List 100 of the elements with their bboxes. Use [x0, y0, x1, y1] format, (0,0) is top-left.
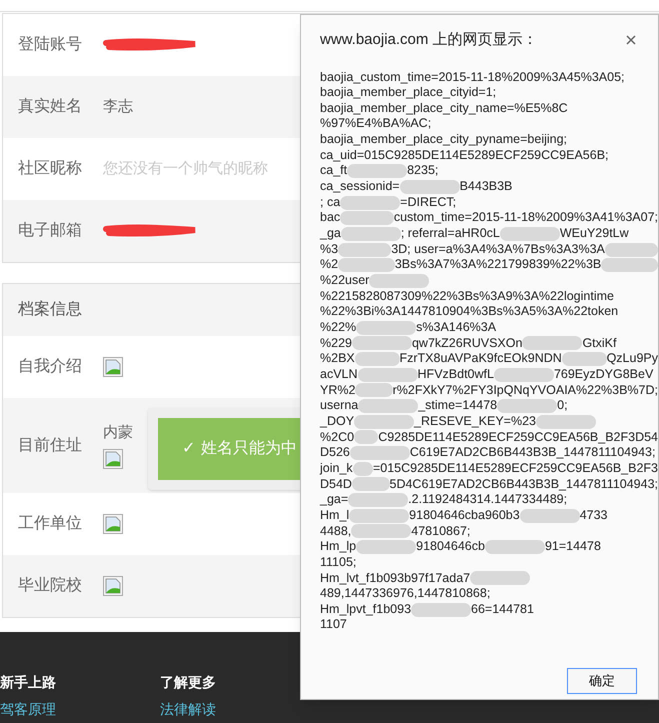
cookie-text: baojia_member_place_city_pyname=beijing;: [320, 132, 568, 148]
cookie-text: 66=144781: [471, 602, 534, 618]
field-value: 李志: [103, 96, 133, 117]
redaction-blur: [369, 274, 430, 288]
cookie-text: GtxiKf: [582, 336, 616, 352]
cookie-text: 47810867;: [411, 524, 470, 540]
cookie-text: _ga=: [320, 492, 348, 508]
redaction-blur: [562, 352, 607, 366]
redaction-blur: [604, 242, 658, 257]
cookie-text: D526: [320, 445, 350, 461]
cookie-text: %2: [320, 257, 338, 274]
cookie-text: Hm_l: [320, 508, 350, 524]
cookie-text: =015C9285DE114E5289ECF259CC9EA56B_B2F3: [372, 460, 658, 477]
close-icon[interactable]: [626, 35, 636, 46]
cookie-text: 1107: [320, 617, 347, 634]
footer-heading: 了解更多: [160, 673, 217, 692]
broken-image-icon: [103, 357, 123, 377]
cookie-text: D54D: [320, 476, 352, 492]
cookie-text: baojia_custom_time=2015-11-18%2009%3A45%3A05;: [320, 70, 624, 86]
check-mark: ✓: [182, 439, 195, 459]
redaction-blur: [494, 368, 554, 382]
cookie-text: _RESEVE_KEY=%23: [414, 414, 536, 430]
redaction-blur: [340, 196, 400, 210]
cookie-text: userna: [320, 398, 358, 414]
cookie-text: %22%: [320, 320, 356, 336]
cookie-text: C619E7AD2CB6B443B3B_1447811104943;: [410, 445, 656, 461]
cookie-text: baojia_member_place_city_name=%E5%8C: [320, 100, 568, 116]
field-label: 目前住址: [17, 436, 83, 456]
redaction-blur: [340, 226, 401, 241]
cookie-text: s%3A146%3A: [416, 320, 496, 336]
redaction-blur: [356, 320, 416, 335]
cookie-text: YR%2: [320, 382, 356, 398]
cookie-text: 11105;: [320, 554, 356, 570]
cookie-text: %22user: [320, 273, 370, 289]
cookie-text: 8235;: [407, 163, 438, 180]
cookie-text: custom_time=2015-11-18%2009%3A41%3A07;: [394, 210, 658, 226]
field-label: 电子邮箱: [17, 220, 83, 241]
redaction-blur: [520, 508, 580, 523]
redaction-blur: [601, 258, 658, 272]
cookie-text: 489,1447336976,1447810868;: [320, 586, 490, 602]
cookie-text: =DIRECT;: [400, 194, 456, 210]
redaction-blur: [356, 540, 416, 554]
footer-heading: 新手上路: [0, 673, 57, 692]
cookie-text: acVLN: [320, 366, 358, 383]
cookie-text: QzLu9Py: [606, 351, 658, 367]
cookie-text: 91804646cb: [416, 539, 485, 555]
redaction-blur: [497, 399, 558, 414]
cookie-text: .2.1192484314.1447334489;: [408, 492, 568, 508]
cookie-text: 5D4C619E7AD2CB6B443B3B_1447811104943;: [390, 476, 658, 492]
redaction-blur: [400, 180, 460, 194]
cookie-text: bac: [320, 210, 340, 226]
redaction-blur: [351, 524, 412, 538]
cookie-text: Hm_lpvt_f1b093: [320, 602, 412, 618]
cookie-text: Hm_lp: [320, 539, 356, 555]
cookie-text: 4733: [580, 508, 608, 524]
cookie-text: ca_sessionid=: [320, 179, 400, 195]
redaction-blur: [338, 258, 395, 272]
field-label: 真实姓名: [17, 96, 83, 117]
broken-image-icon: [103, 448, 123, 469]
cookie-text: _DOY: [320, 414, 354, 430]
cookie-text: WEuY29tLw: [560, 226, 629, 242]
field-label: 自我介绍: [17, 356, 83, 377]
redaction-blur: [352, 336, 412, 350]
redaction-blur: [358, 399, 418, 414]
cookie-text: 3D; user=a%3A4%3A%7Bs%3A3%3A: [391, 242, 605, 258]
cookie-text: ; referral=aHR0cL: [400, 226, 500, 242]
cookie-text: FzrTX8uAVPaK9fcEOk9NDN: [400, 351, 562, 367]
cookie-text: qw7kZ26RUVSXOn: [412, 336, 522, 352]
redaction-blur: [536, 414, 596, 429]
cookie-text: ca_ft: [320, 163, 348, 180]
cookie-text: %229: [320, 336, 352, 352]
cookie-text: %3: [320, 242, 338, 258]
field-label: 社区昵称: [17, 158, 83, 179]
cookie-text: %22%3Bi%3A1447810904%3Bs%3A5%3A%22token: [320, 304, 618, 320]
cookie-text: 91=14478: [544, 539, 601, 555]
address-value: 内蒙: [103, 423, 133, 444]
cookie-text: %2BX: [320, 351, 355, 367]
cookie-text: HFVzBdt0wfL: [418, 366, 494, 383]
cookie-text: join_k: [320, 460, 353, 477]
footer-link[interactable]: 驾客原理: [0, 699, 60, 720]
cookie-text: r%2FXkY7%2FY3IpQNqYVOAIA%22%3B%7D;: [392, 382, 658, 398]
cookie-text: ca_uid=015C9285DE114E5289ECF259CC9EA56B;: [320, 148, 609, 164]
field-label: 登陆账号: [17, 34, 83, 55]
redaction-blur: [349, 508, 410, 523]
broken-image-icon: [103, 576, 123, 596]
redaction-blur: [411, 602, 472, 617]
cookie-text: ; ca: [320, 194, 340, 210]
cookie-text: 4488,: [320, 524, 352, 540]
redaction-blur: [348, 493, 408, 508]
cookie-text: _stime=14478: [418, 398, 498, 414]
cookie-text: 769EyzDYG8BeV: [554, 366, 654, 383]
cookie-text: %2215828087309%22%3Bs%3A9%3A%22logintime: [320, 288, 614, 304]
redaction-blur: [522, 336, 582, 350]
footer-link[interactable]: 法律解读: [160, 699, 220, 720]
redaction-blur: [470, 571, 530, 586]
ok-button[interactable]: 确定: [567, 668, 637, 694]
cookie-text: 91804646cba960b3: [409, 508, 520, 524]
cookie-text: %97%E4%BA%AC;: [320, 116, 432, 132]
cookie-text: 0;: [557, 398, 568, 414]
field-label: 工作单位: [17, 514, 83, 534]
